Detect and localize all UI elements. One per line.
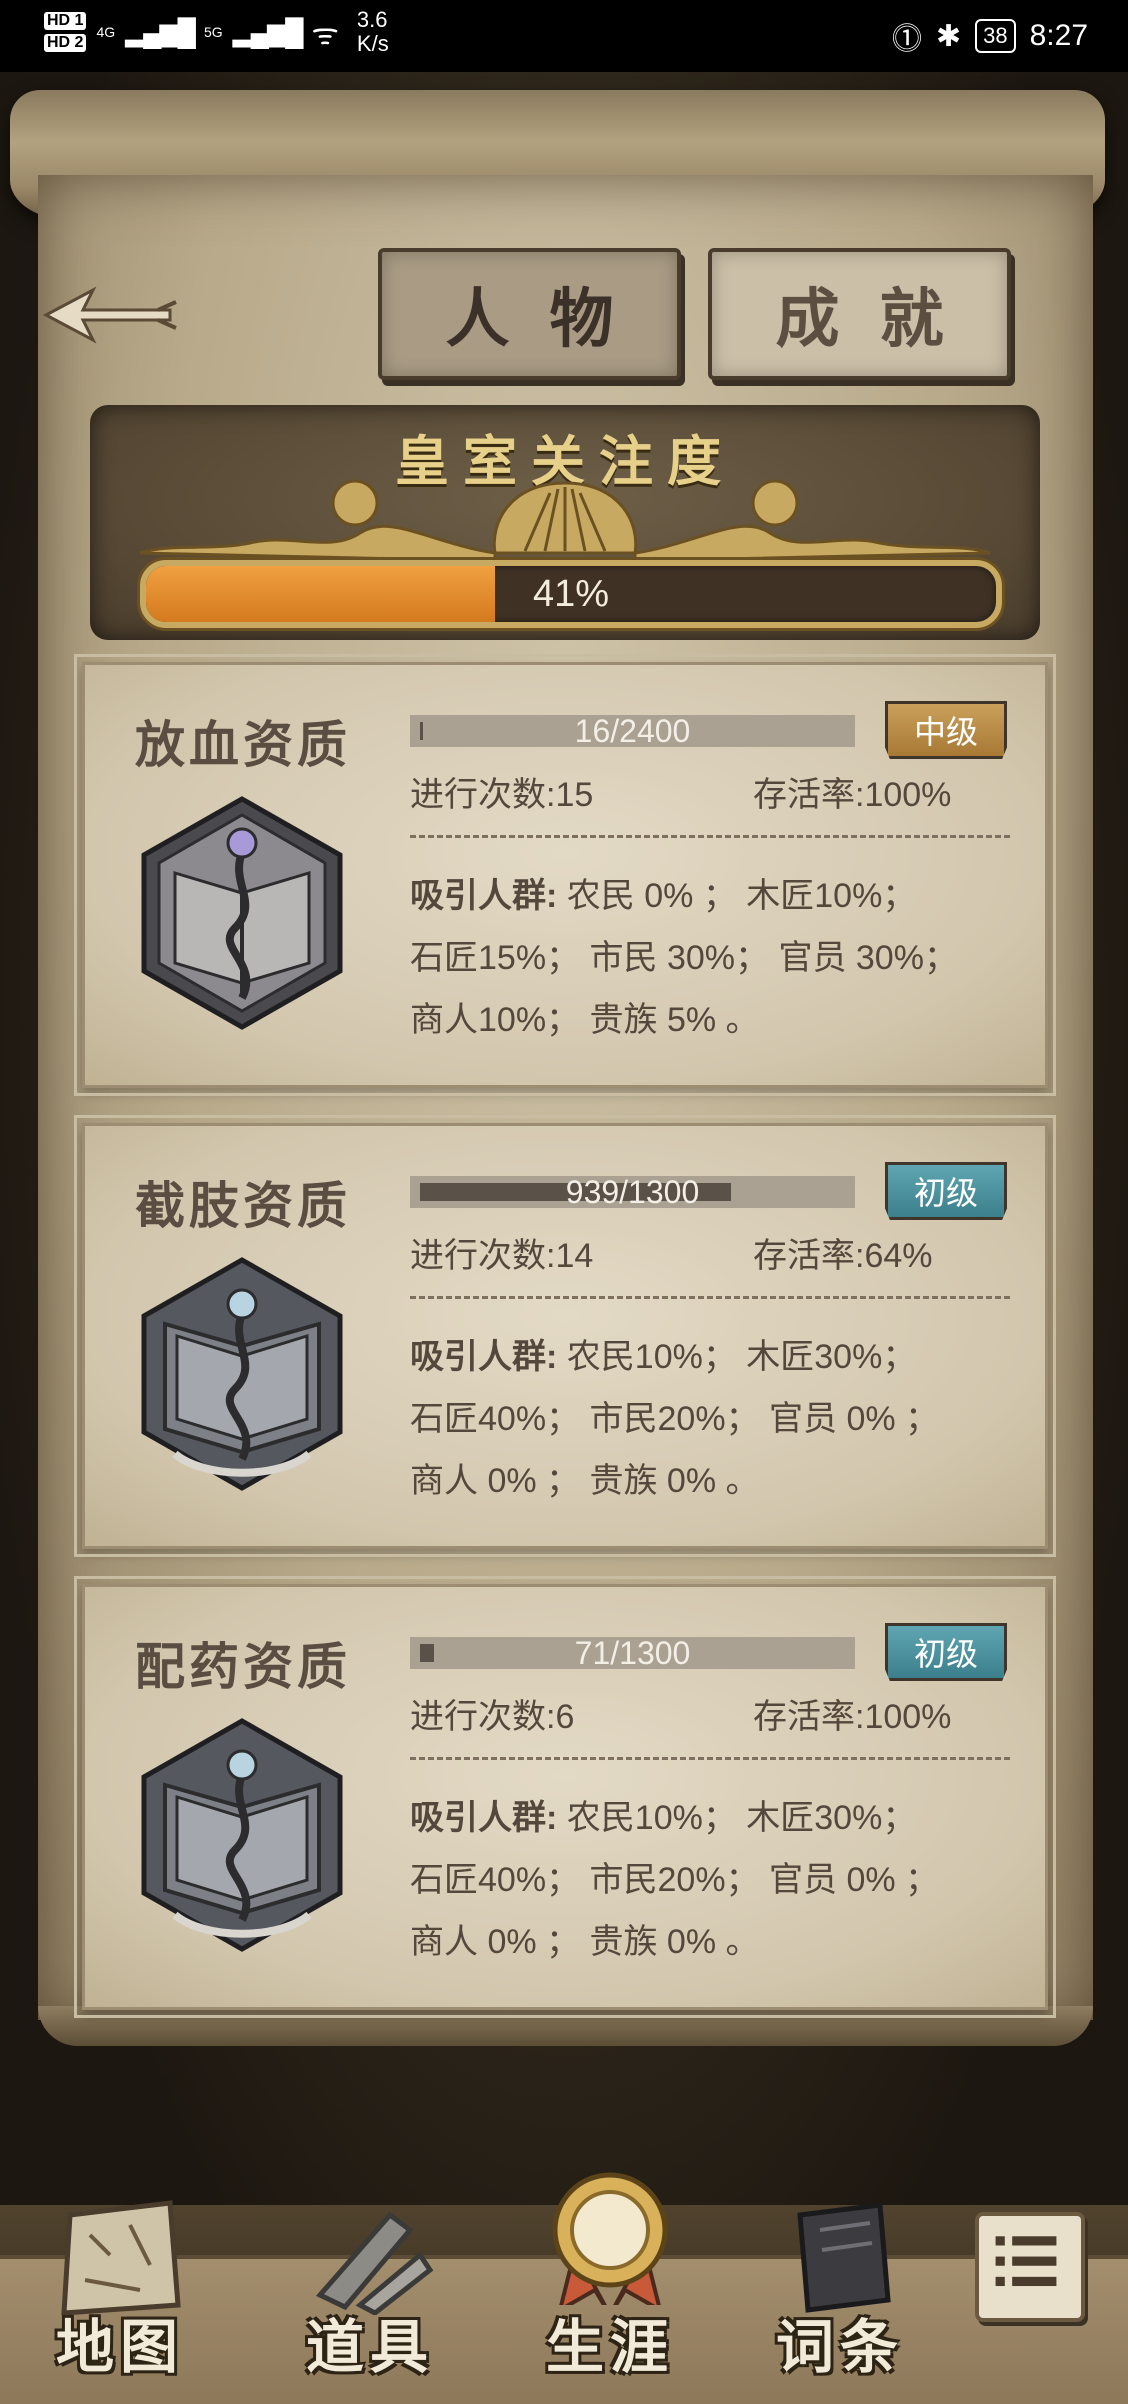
xp-progress-bar: 939/1300 — [410, 1176, 855, 1208]
book-icon — [797, 2202, 891, 2313]
signal-icon: ▂▄▆█ — [232, 16, 304, 47]
divider — [410, 835, 1010, 838]
xp-text: 16/2400 — [574, 715, 691, 747]
attracted-crowd: 吸引人群: 农民 0% ； 木匠10%； 石匠15%； 市民 30%； 官员 3… — [410, 877, 958, 1039]
battery-indicator: 38 — [975, 19, 1016, 53]
trait-card-amputation[interactable]: 截肢资质 939/1300 初级 进行次数:14 存活率:64% 吸引人群: 农… — [74, 1115, 1056, 1557]
operation-count: 进行次数:6 — [410, 1698, 575, 1736]
amputation-emblem-icon — [141, 1257, 343, 1491]
map-icon — [61, 2200, 181, 2315]
bluetooth-icon: ✱ — [935, 19, 962, 53]
nav-item-glossary[interactable]: 词条 — [740, 2195, 940, 2395]
survival-rate: 存活率:100% — [753, 776, 952, 814]
level-badge: 中级 — [885, 701, 1007, 759]
survival-rate: 存活率:100% — [753, 1698, 952, 1736]
royal-attention-panel: 皇室关注度 41% — [90, 405, 1040, 640]
list-icon — [995, 2236, 1057, 2287]
back-arrow-icon[interactable] — [38, 280, 178, 350]
signal-icon: ▂▄▆█ — [125, 16, 196, 47]
hd-indicator: HD 1 HD 2 — [44, 12, 87, 52]
clock: 8:27 — [1029, 19, 1088, 52]
network-5g-label: 5G — [203, 24, 223, 40]
trait-name: 放血资质 — [135, 715, 351, 774]
attract-label: 吸引人群: — [410, 1799, 558, 1837]
trait-card-pharmacy[interactable]: 配药资质 71/1300 初级 进行次数:6 存活率:100% 吸引人群: 农民… — [74, 1576, 1056, 2018]
royal-attention-progress-bar: 41% — [140, 560, 1002, 628]
pharmacy-emblem-icon — [141, 1718, 343, 1952]
attracted-crowd: 吸引人群: 农民10%； 木匠30%； 石匠40%； 市民20%； 官员 0% … — [410, 1799, 940, 1961]
nav-item-tools[interactable]: 道具 — [270, 2195, 470, 2395]
xp-text: 939/1300 — [565, 1176, 700, 1208]
progress-percent: 41% — [532, 573, 610, 615]
operation-count: 进行次数:14 — [410, 1237, 594, 1275]
xp-progress-bar: 16/2400 — [410, 715, 855, 747]
status-bar: HD 1 HD 2 4G ▂▄▆█ 5G ▂▄▆█ ᯤ 3.6 K/s ⓵ ✱ … — [0, 0, 1128, 72]
divider — [410, 1296, 1010, 1299]
attracted-crowd: 吸引人群: 农民10%； 木匠30%； 石匠40%； 市民20%； 官员 0% … — [410, 1338, 940, 1500]
operation-count: 进行次数:15 — [410, 776, 594, 814]
bloodletting-emblem-icon — [141, 796, 343, 1030]
network-speed: 3.6 K/s — [356, 7, 389, 56]
divider — [410, 1757, 1010, 1760]
tab-achievement[interactable]: 成就 — [708, 248, 1011, 380]
trait-name: 配药资质 — [135, 1637, 351, 1696]
nav-item-map[interactable]: 地图 — [20, 2195, 220, 2395]
tools-icon — [315, 2211, 434, 2315]
nav-item-career[interactable]: 生涯 — [510, 2172, 710, 2395]
medal-icon — [552, 2172, 668, 2305]
attract-label: 吸引人群: — [410, 1338, 558, 1376]
wifi-icon: ᯤ — [311, 17, 339, 51]
gold-ornament-icon — [139, 479, 991, 563]
trait-name: 截肢资质 — [135, 1176, 351, 1235]
level-badge: 初级 — [885, 1162, 1007, 1220]
network-4g-label: 4G — [96, 24, 116, 40]
xp-text: 71/1300 — [574, 1637, 691, 1669]
nfc-icon: ⓵ — [891, 23, 922, 56]
level-badge: 初级 — [885, 1623, 1007, 1681]
attract-label: 吸引人群: — [410, 877, 558, 915]
trait-card-bloodletting[interactable]: 放血资质 16/2400 中级 进行次数:15 存活率:100% 吸引人群: 农… — [74, 654, 1056, 1096]
xp-progress-bar: 71/1300 — [410, 1637, 855, 1669]
survival-rate: 存活率:64% — [753, 1237, 933, 1275]
tab-character[interactable]: 人物 — [378, 248, 681, 380]
menu-button[interactable] — [975, 2212, 1085, 2322]
